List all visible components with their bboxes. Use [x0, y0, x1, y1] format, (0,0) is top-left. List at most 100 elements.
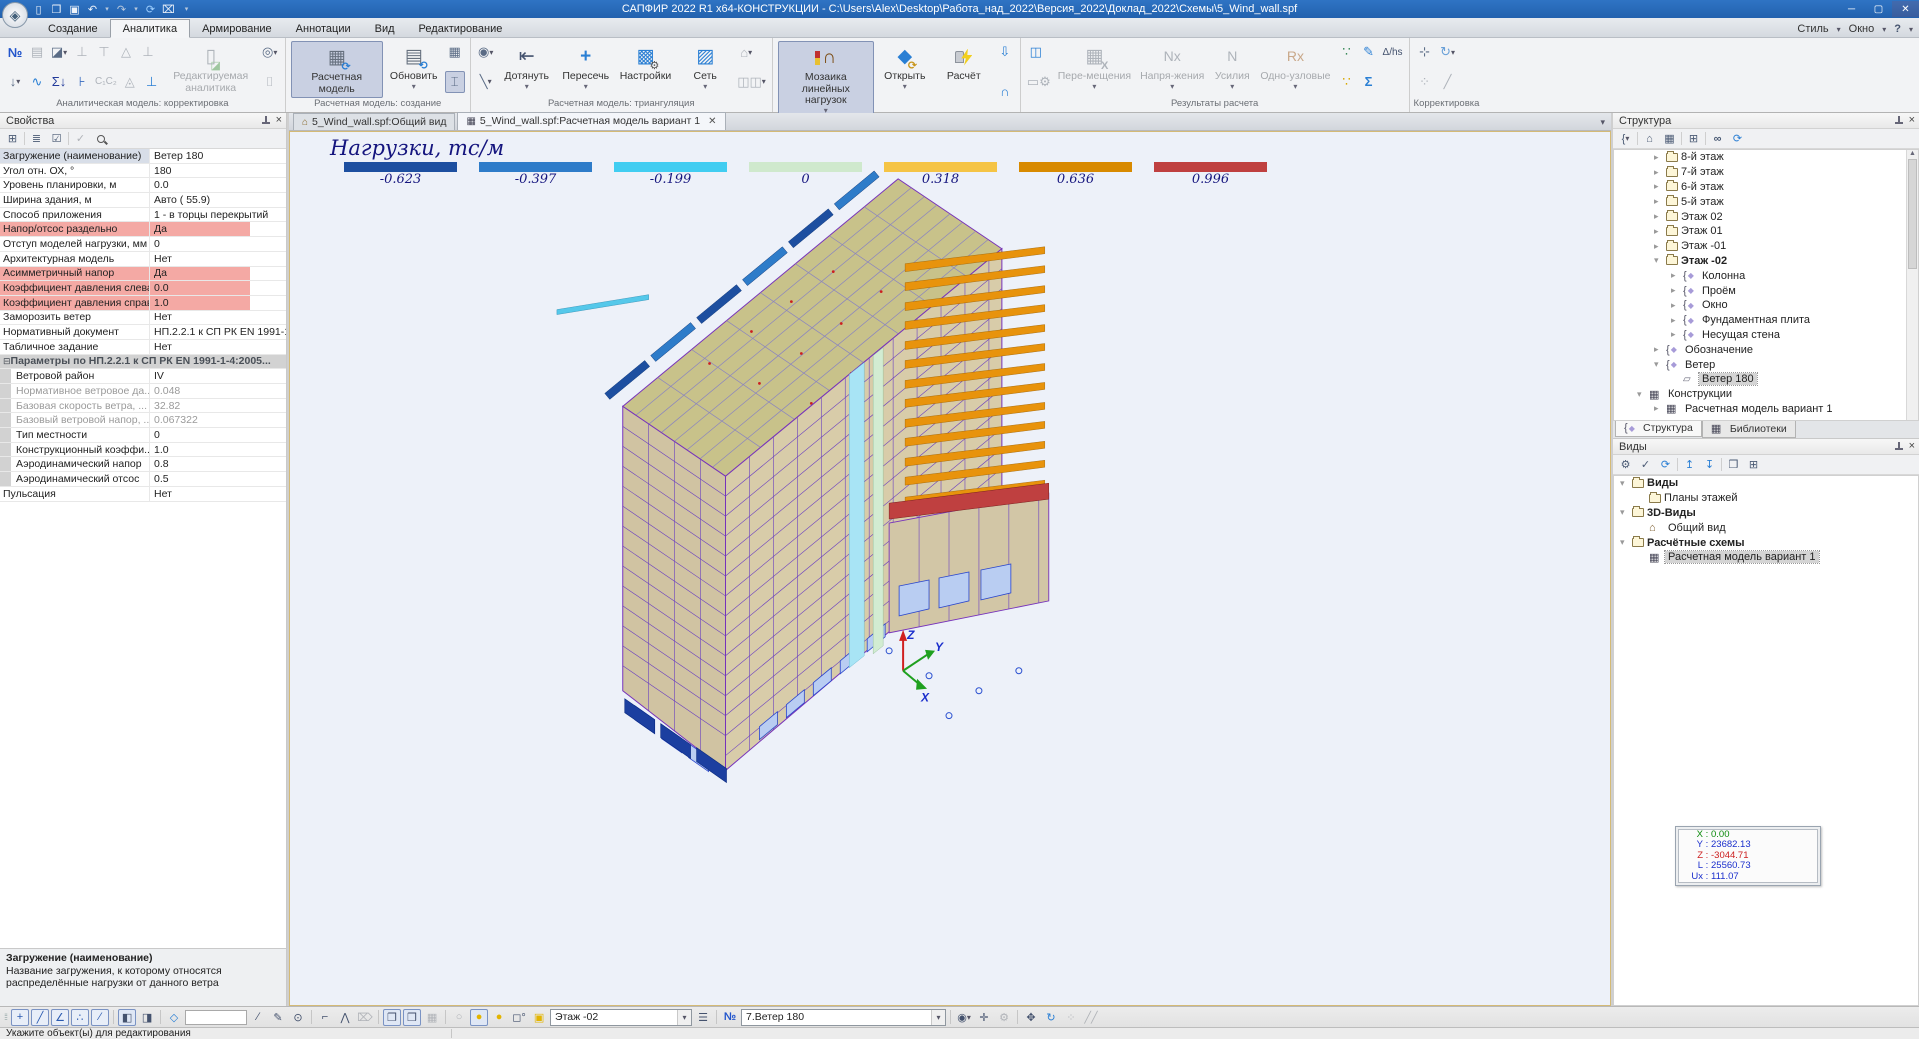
alphabetical-icon[interactable]: ≣ [28, 131, 45, 147]
loadcase-number-icon[interactable]: № [721, 1009, 739, 1026]
magnet-off-icon[interactable]: ◨ [138, 1009, 156, 1026]
model-gray-icon[interactable]: ▦ [423, 1009, 441, 1026]
plates-pair-icon[interactable]: ◫◫▾ [736, 71, 767, 93]
chevron-icon[interactable]: ▸ [1671, 285, 1683, 296]
move-node-icon[interactable]: ⁘ [1415, 71, 1435, 93]
bridge-icon[interactable]: ∩ [995, 81, 1015, 103]
tree-item[interactable]: ▸ Расчетная модель вариант 1 [1614, 402, 1918, 417]
tree-item[interactable]: ▾ Виды [1614, 476, 1918, 491]
style-dropdown-icon[interactable]: ▾ [1837, 25, 1841, 34]
sum-results-icon[interactable]: Σ [1359, 71, 1379, 93]
rotate-copy-icon[interactable]: ↻▾ [1438, 41, 1458, 63]
chevron-icon[interactable]: ▸ [1671, 315, 1683, 326]
ribbon-tab[interactable]: Вид [363, 20, 407, 37]
tree-item[interactable]: ▸ Несущая стена [1614, 328, 1918, 343]
property-row[interactable]: Коэффициент давления слева 0.0 [0, 281, 286, 296]
sum-loads-icon[interactable]: Σ↓ [49, 71, 69, 93]
net-button[interactable]: ▨ Сеть [677, 41, 733, 98]
qat-overflow-icon[interactable]: ▾ [179, 2, 194, 16]
tree-item[interactable]: ▸ Фундаментная плита [1614, 313, 1918, 328]
tree-item[interactable]: Ветер 180 [1614, 372, 1918, 387]
load-arrow-icon[interactable]: ↓▾ [5, 71, 25, 93]
property-value[interactable]: Да [150, 267, 286, 281]
apply-view-icon[interactable]: ✓ [1637, 457, 1654, 473]
tab-overflow-icon[interactable]: ▾ [1594, 117, 1611, 130]
property-row[interactable]: Архитектурная модель Нет [0, 252, 286, 267]
line-mode-icon[interactable]: ╲▾ [476, 71, 496, 93]
tree-item[interactable]: ▸ Этаж -01 [1614, 239, 1918, 254]
snap-points-icon[interactable]: ∴ [71, 1009, 89, 1026]
node-mode-icon[interactable]: ◉▾ [476, 41, 496, 63]
support-post-icon[interactable]: ⊥ [72, 41, 92, 63]
view-tab-general[interactable]: ⌂ 5_Wind_wall.spf:Общий вид [293, 113, 455, 130]
soil-profile-icon[interactable]: ◪▾ [49, 41, 69, 63]
align-line-icon[interactable]: ╱ [1438, 71, 1458, 93]
checked-list-icon[interactable]: ☑ [48, 131, 65, 147]
ribbon-tab[interactable]: Армирование [190, 20, 284, 37]
property-row[interactable]: Угол отн. ОХ, ° 180 [0, 164, 286, 179]
beam-link-icon[interactable]: ⌶ [445, 71, 465, 93]
tree-item[interactable]: ▸ 8-й этаж [1614, 150, 1918, 165]
chevron-icon[interactable]: ▸ [1654, 152, 1666, 163]
reach-button[interactable]: ⇤ Дотянуть [499, 41, 555, 98]
view-tab-calc-model[interactable]: ▦ 5_Wind_wall.spf:Расчетная модель вариа… [457, 112, 725, 130]
monitor-icon[interactable]: ⌧ [161, 2, 176, 16]
property-value[interactable]: 0.5 [150, 472, 286, 486]
mosaic-linear-loads-button[interactable]: ∩ Мозаика линейных нагрузок [778, 41, 874, 118]
property-row[interactable]: Ветровой район IV [0, 369, 286, 384]
divide-icon[interactable]: ∕ [249, 1009, 267, 1026]
chevron-icon[interactable]: ▸ [1654, 226, 1666, 237]
property-value[interactable]: 32.82 [150, 399, 286, 413]
tree-item[interactable]: Расчетная модель вариант 1 [1614, 550, 1918, 565]
filter-icon[interactable]: {▾ [1617, 131, 1634, 147]
delta-hs-icon[interactable]: Δ/hs [1382, 41, 1404, 63]
snap-line-icon[interactable]: ╱ [31, 1009, 49, 1026]
support-post2-icon[interactable]: ⊤ [94, 41, 114, 63]
editable-analytics-button[interactable]: ▯◪ Редактируемая аналитика [165, 41, 257, 98]
export-model-icon[interactable]: ▦ [1661, 131, 1678, 147]
style-menu[interactable]: Стиль [1791, 21, 1834, 37]
chevron-icon[interactable]: ▸ [1654, 344, 1666, 355]
minimize-button[interactable]: ─ [1838, 1, 1865, 17]
workplane-icon[interactable]: ◇ [165, 1009, 183, 1026]
apply-icon[interactable]: ✓ [72, 131, 89, 147]
roof-loads-icon[interactable]: ⌂▾ [736, 41, 756, 63]
property-row[interactable]: Тип местности 0 [0, 428, 286, 443]
home-icon[interactable]: ⌂ [1641, 131, 1658, 147]
snap-angle-icon[interactable]: ∠ [51, 1009, 69, 1026]
property-row[interactable]: Асимметричный напор Да [0, 267, 286, 282]
property-row[interactable]: Базовый ветровой напор, ... 0.067322 [0, 413, 286, 428]
pin-icon[interactable] [261, 116, 270, 125]
app-logo-icon[interactable]: ◈ [2, 2, 28, 28]
snap-grid-icon[interactable]: + [11, 1009, 29, 1026]
redo-icon[interactable]: ↷ [114, 2, 129, 16]
layers-icon[interactable]: ☰ [694, 1009, 712, 1026]
pin-icon[interactable] [1894, 116, 1903, 125]
new-view-icon[interactable]: ⊞ [1745, 457, 1762, 473]
measure-icon[interactable]: ╱╱ [1082, 1009, 1100, 1026]
help-dropdown-icon[interactable]: ▾ [1909, 25, 1913, 34]
axis-target-icon[interactable]: ◎▾ [260, 41, 280, 63]
box-lamp-icon[interactable]: ▣ [530, 1009, 548, 1026]
toolbar-grip[interactable]: ⁞⁞ [4, 1012, 7, 1022]
support-hang-icon[interactable]: ⊥ [138, 41, 158, 63]
export-doc-icon[interactable]: ⇩ [995, 41, 1015, 63]
tree-item[interactable]: ▸ Этаж 01 [1614, 224, 1918, 239]
save-icon[interactable]: ▣ [67, 2, 82, 16]
sync-icon[interactable]: ⟳ [143, 2, 158, 16]
pencil-blue-icon[interactable]: ✎ [1359, 41, 1379, 63]
chevron-icon[interactable]: ▸ [1654, 167, 1666, 178]
property-value[interactable]: 0.048 [150, 384, 286, 398]
chevron-icon[interactable]: ▾ [1620, 537, 1632, 548]
chevron-icon[interactable]: ▸ [1654, 403, 1666, 414]
scale-settings-icon[interactable]: ▭⚙ [1026, 71, 1052, 93]
model-canvas[interactable]: Z Y X Нагрузки, тс/м -0.623 [289, 131, 1611, 1006]
undo-icon[interactable]: ↶ [85, 2, 100, 16]
tree-item[interactable]: ▸ Этаж 02 [1614, 209, 1918, 224]
undo-dropdown-icon[interactable]: ▾ [103, 2, 111, 16]
move-object-icon[interactable]: ⊹ [1415, 41, 1435, 63]
property-row[interactable]: Ширина здания, м Авто ( 55.9) [0, 193, 286, 208]
loadcase-combo-dropdown-icon[interactable]: ▾ [931, 1010, 945, 1025]
property-value[interactable]: 0.067322 [150, 413, 286, 427]
property-value[interactable]: 0.0 [150, 281, 286, 295]
